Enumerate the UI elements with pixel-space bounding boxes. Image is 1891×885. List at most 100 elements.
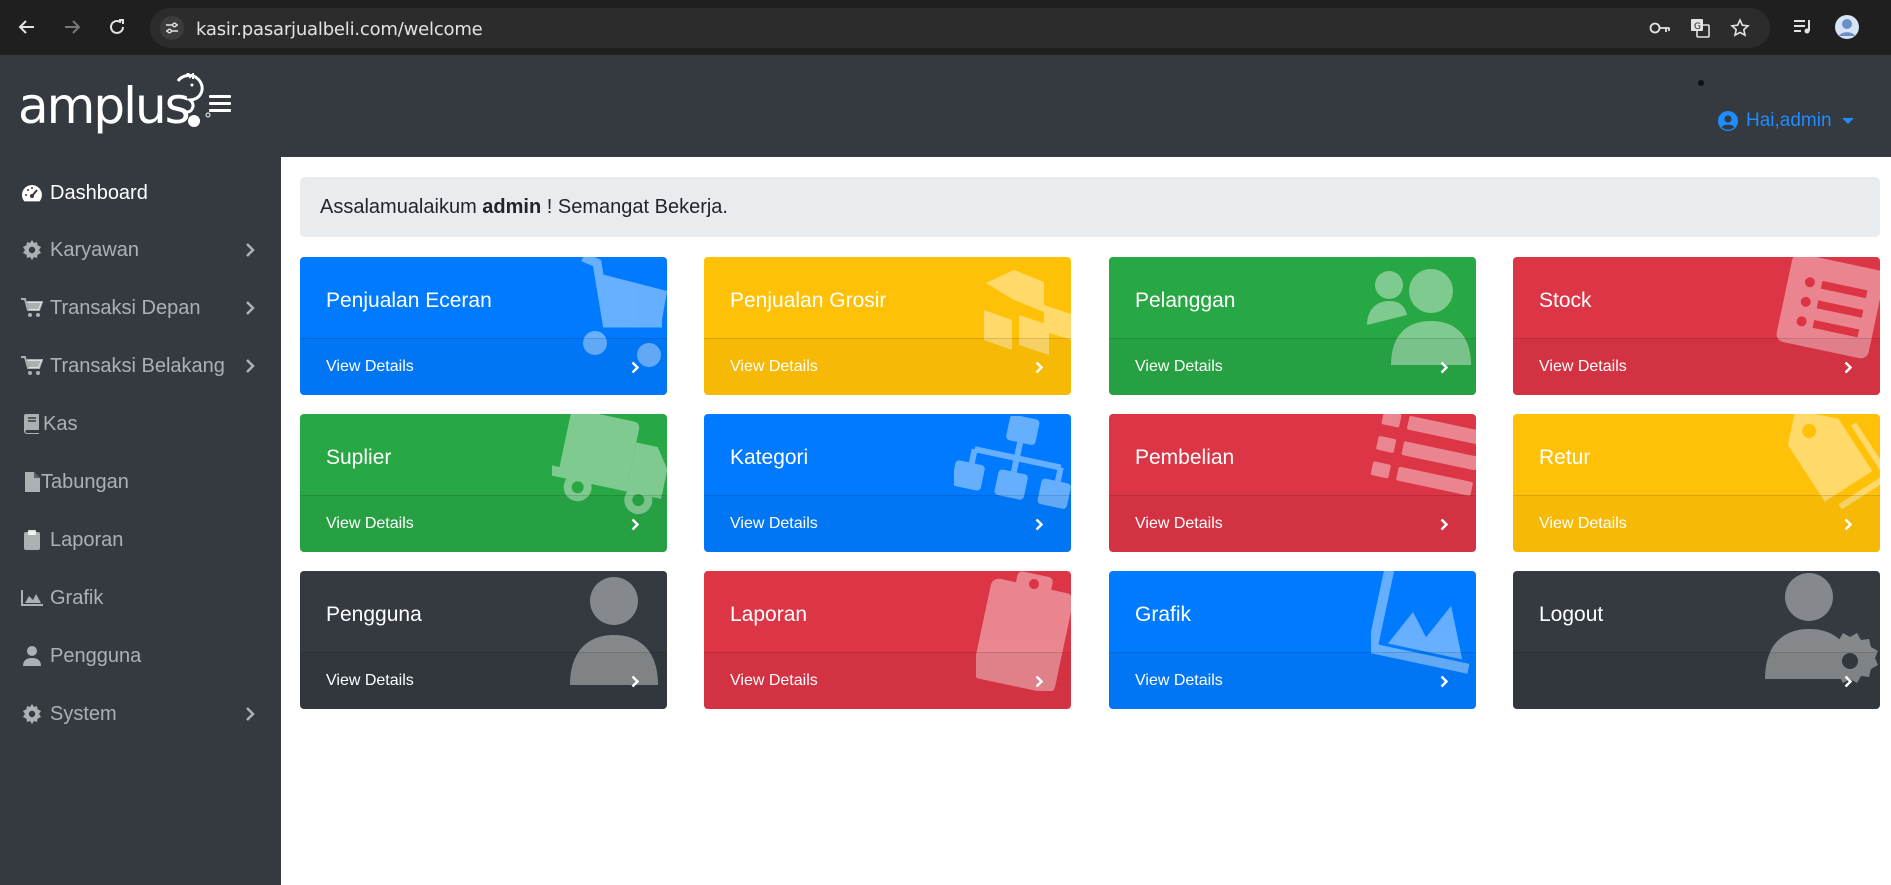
site-settings-icon[interactable] [160, 16, 184, 40]
chevron-right-icon [1440, 518, 1448, 531]
card-pengguna[interactable]: Pengguna View Details [300, 571, 667, 709]
card-title: Stock [1539, 289, 1592, 312]
card-stock[interactable]: Stock View Details [1513, 257, 1880, 395]
chevron-right-icon [1440, 361, 1448, 374]
sidebar-item-transaksi-depan[interactable]: Transaksi Depan [0, 283, 281, 333]
sidebar-item-kas[interactable]: Kas [0, 399, 281, 449]
card-laporan[interactable]: Laporan View Details [704, 571, 1071, 709]
view-details-link[interactable]: View Details [326, 515, 414, 533]
welcome-banner: Assalamualaikum admin ! Semangat Bekerja… [300, 177, 1880, 237]
chevron-right-icon [1035, 518, 1043, 531]
card-suplier[interactable]: Suplier View Details [300, 414, 667, 552]
view-details-link[interactable]: View Details [730, 358, 818, 376]
card-title: Retur [1539, 446, 1591, 469]
view-details-link[interactable]: View Details [1539, 358, 1627, 376]
view-details-link[interactable]: View Details [1135, 515, 1223, 533]
chevron-right-icon [246, 301, 255, 315]
view-details-link[interactable]: View Details [730, 515, 818, 533]
sidebar-item-transaksi-belakang[interactable]: Transaksi Belakang [0, 341, 281, 391]
sidebar-item-grafik[interactable]: Grafik [0, 573, 281, 623]
sidebar-item-pengguna[interactable]: Pengguna [0, 631, 281, 681]
sidebar-item-tabungan[interactable]: Tabungan [0, 457, 281, 507]
card-pelanggan[interactable]: Pelanggan View Details [1109, 257, 1476, 395]
chevron-right-icon [1844, 675, 1852, 688]
welcome-message: Assalamualaikum admin ! Semangat Bekerja… [320, 196, 728, 219]
card-title: Kategori [730, 446, 809, 469]
sidebar-item-label: Kas [43, 412, 78, 435]
view-details-link[interactable]: View Details [1135, 672, 1223, 690]
sidebar-item-laporan[interactable]: Laporan [0, 515, 281, 565]
view-details-link[interactable]: View Details [326, 358, 414, 376]
card-title: Laporan [730, 603, 808, 626]
gear-icon [21, 703, 43, 725]
book-icon [21, 413, 43, 435]
card-title: Pengguna [326, 603, 422, 626]
card-title: Grafik [1135, 603, 1192, 626]
cart-icon [21, 297, 43, 319]
card-divider [704, 338, 1071, 339]
chevron-right-icon [631, 518, 639, 531]
area-chart-icon [21, 587, 43, 609]
card-divider [1513, 338, 1880, 339]
clipboard-icon [21, 529, 43, 551]
profile-avatar-icon[interactable] [1832, 12, 1862, 42]
sidebar: Dashboard Karyawan Transaksi Depan Trans… [0, 157, 281, 885]
password-key-icon[interactable] [1648, 16, 1672, 40]
back-icon[interactable] [12, 12, 42, 42]
card-penjualan-grosir[interactable]: Penjualan Grosir View Details [704, 257, 1071, 395]
sidebar-item-dashboard[interactable]: Dashboard [0, 168, 281, 218]
card-grafik[interactable]: Grafik View Details [1109, 571, 1476, 709]
sidebar-item-label: Transaksi Depan [50, 296, 201, 319]
reload-icon[interactable] [102, 12, 132, 42]
tachometer-icon [21, 182, 43, 204]
card-title: Pelanggan [1135, 289, 1236, 312]
card-title: Penjualan Grosir [730, 289, 887, 312]
view-details-link[interactable]: View Details [730, 672, 818, 690]
card-divider [1513, 495, 1880, 496]
gear-icon [21, 239, 43, 261]
user-menu-label[interactable]: Hai,admin [1746, 110, 1832, 132]
url-text[interactable]: kasir.pasarjualbeli.com/welcome [196, 19, 483, 40]
card-title: Penjualan Eceran [326, 289, 492, 312]
chevron-right-icon [1035, 361, 1043, 374]
app-header: amplus Hai,admin [0, 55, 1891, 157]
welcome-username: admin [482, 196, 542, 218]
sidebar-item-label: System [50, 702, 117, 725]
translate-icon[interactable]: G [1688, 16, 1712, 40]
file-icon [21, 471, 43, 493]
address-bar[interactable]: kasir.pasarjualbeli.com/welcome G [150, 8, 1770, 48]
card-title: Logout [1539, 603, 1604, 626]
view-details-link[interactable]: View Details [326, 672, 414, 690]
media-playlist-icon[interactable] [1788, 12, 1818, 42]
chevron-right-icon [246, 359, 255, 373]
user-circle-icon [1718, 111, 1738, 131]
chevron-right-icon [1844, 361, 1852, 374]
card-divider [1513, 652, 1880, 653]
bookmark-star-icon[interactable] [1728, 16, 1752, 40]
chevron-right-icon [631, 675, 639, 688]
card-penjualan-eceran[interactable]: Penjualan Eceran View Details [300, 257, 667, 395]
status-dot [1698, 80, 1704, 86]
sidebar-item-label: Grafik [50, 586, 104, 609]
sidebar-item-karyawan[interactable]: Karyawan [0, 225, 281, 275]
card-footer[interactable] [1513, 653, 1880, 709]
sidebar-item-label: Tabungan [41, 470, 129, 493]
view-details-link[interactable]: View Details [1539, 515, 1627, 533]
card-title: Pembelian [1135, 446, 1235, 469]
sidebar-toggle-button[interactable] [209, 95, 231, 117]
forward-icon[interactable] [57, 12, 87, 42]
card-kategori[interactable]: Kategori View Details [704, 414, 1071, 552]
card-divider [300, 652, 667, 653]
sidebar-item-label: Pengguna [50, 644, 142, 667]
cart-icon [21, 355, 43, 377]
card-pembelian[interactable]: Pembelian View Details [1109, 414, 1476, 552]
card-logout[interactable]: Logout [1513, 571, 1880, 709]
user-icon [21, 645, 43, 667]
view-details-link[interactable]: View Details [1135, 358, 1223, 376]
caret-down-icon [1841, 118, 1854, 124]
user-menu-dropdown[interactable]: Hai,admin [1718, 110, 1854, 132]
logo-text: amplus [18, 77, 191, 135]
brand-logo[interactable]: amplus [18, 73, 211, 139]
sidebar-item-system[interactable]: System [0, 689, 281, 739]
card-retur[interactable]: Retur View Details [1513, 414, 1880, 552]
